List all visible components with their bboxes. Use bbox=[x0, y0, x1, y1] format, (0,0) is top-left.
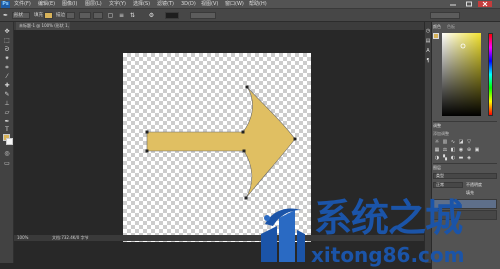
path-arrange-icon[interactable]: ⇅ bbox=[129, 12, 136, 19]
minimize-button[interactable] bbox=[446, 1, 460, 7]
black-white-adjust-icon[interactable]: ◧ bbox=[450, 147, 456, 153]
path-anchor[interactable] bbox=[145, 130, 149, 134]
watermark-logo bbox=[261, 208, 305, 262]
quick-mask-icon[interactable]: ◎ bbox=[3, 150, 11, 157]
path-anchor[interactable] bbox=[241, 130, 245, 134]
menu-layer[interactable]: 图层(L) bbox=[85, 1, 102, 8]
close-button[interactable] bbox=[478, 1, 492, 7]
eraser-tool-icon[interactable]: ▱ bbox=[3, 109, 11, 116]
panel-divider bbox=[433, 121, 497, 122]
invert-adjust-icon[interactable]: ◑ bbox=[434, 155, 440, 161]
fill-label: 填充 bbox=[34, 13, 43, 18]
photo-filter-adjust-icon[interactable]: ◉ bbox=[458, 147, 464, 153]
menu-edit[interactable]: 编辑(E) bbox=[38, 1, 55, 8]
swatches-panel-tab[interactable]: 色板 bbox=[447, 24, 455, 30]
opacity-label: 不透明度 bbox=[466, 182, 482, 187]
minimize-icon bbox=[450, 4, 456, 6]
path-anchor[interactable] bbox=[244, 196, 248, 200]
document-tab-bar: 未标题-1 @ 100% (形状 1, RGB/8) bbox=[14, 22, 424, 30]
watermark-url: xitong86.com bbox=[311, 243, 465, 267]
menu-view[interactable]: 视图(V) bbox=[201, 1, 218, 8]
threshold-adjust-icon[interactable]: ◐ bbox=[450, 155, 456, 161]
color-picker-cursor-icon bbox=[460, 43, 466, 49]
healing-brush-tool-icon[interactable]: ✚ bbox=[3, 82, 11, 89]
eyedropper-tool-icon[interactable]: ⁄ bbox=[3, 73, 11, 80]
layers-panel-tab[interactable]: 图层 bbox=[433, 165, 441, 171]
maximize-button[interactable] bbox=[462, 1, 476, 7]
color-lookup-adjust-icon[interactable]: ▣ bbox=[474, 147, 480, 153]
gradient-map-adjust-icon[interactable]: ▬ bbox=[458, 155, 464, 161]
brightness-adjust-icon[interactable]: ☼ bbox=[434, 139, 440, 145]
menu-window[interactable]: 窗口(W) bbox=[225, 1, 244, 8]
path-anchor[interactable] bbox=[245, 85, 249, 89]
menu-filter[interactable]: 滤镜(T) bbox=[157, 1, 174, 8]
workspace-switcher[interactable] bbox=[430, 12, 460, 19]
options-extra-field[interactable] bbox=[190, 12, 216, 19]
document-info: 文档:732.4K/0 字节 bbox=[52, 235, 89, 240]
watermark-title: 系统之城 bbox=[314, 196, 463, 240]
stroke-label: 描边 bbox=[56, 13, 65, 18]
hue-saturation-adjust-icon[interactable]: ▦ bbox=[434, 147, 440, 153]
move-tool-icon[interactable]: ✥ bbox=[3, 28, 11, 35]
close-icon bbox=[482, 1, 488, 7]
menu-bar: Ps 文件(F) 编辑(E) 图像(I) 图层(L) 文字(Y) 选择(S) 滤… bbox=[0, 0, 500, 9]
zoom-level[interactable]: 100% bbox=[17, 235, 28, 241]
maximize-icon bbox=[466, 1, 472, 7]
menu-image[interactable]: 图像(I) bbox=[62, 1, 77, 8]
panel-foreground-swatch[interactable] bbox=[433, 33, 439, 39]
fill-swatch[interactable] bbox=[44, 12, 53, 19]
adjustments-panel-tab[interactable]: 调整 bbox=[433, 123, 441, 129]
stroke-swatch[interactable] bbox=[66, 12, 75, 19]
channel-mixer-adjust-icon[interactable]: ⊕ bbox=[466, 147, 472, 153]
levels-adjust-icon[interactable]: ▥ bbox=[442, 139, 448, 145]
path-align-icon[interactable]: ≡ bbox=[118, 12, 125, 19]
path-anchor[interactable] bbox=[242, 149, 246, 153]
color-panel-tab[interactable]: 颜色 bbox=[433, 24, 441, 30]
background-color-swatch[interactable] bbox=[6, 138, 13, 145]
crop-tool-icon[interactable]: ⌗ bbox=[3, 64, 11, 71]
hue-slider[interactable] bbox=[488, 33, 493, 116]
marquee-tool-icon[interactable]: ⬚ bbox=[3, 37, 11, 44]
selective-color-adjust-icon[interactable]: ◈ bbox=[466, 155, 472, 161]
lasso-tool-icon[interactable]: ᘐ bbox=[3, 46, 11, 53]
settings-gear-icon[interactable]: ⚙ bbox=[148, 12, 155, 19]
menu-file[interactable]: 文件(F) bbox=[14, 1, 31, 8]
layer-filter-kind: 类型 bbox=[436, 173, 444, 178]
menu-3d[interactable]: 3D(D) bbox=[181, 1, 196, 8]
menu-type[interactable]: 文字(Y) bbox=[109, 1, 126, 8]
quick-select-tool-icon[interactable]: ⁕ bbox=[3, 55, 11, 62]
options-bar: ✒ 形状 填充 描边 ▢ ≡ ⇅ ⚙ bbox=[0, 9, 500, 22]
menu-select[interactable]: 选择(S) bbox=[133, 1, 150, 8]
document-tab[interactable]: 未标题-1 @ 100% (形状 1, RGB/8) bbox=[16, 22, 70, 30]
path-ops-icon[interactable]: ▢ bbox=[107, 12, 114, 19]
color-balance-adjust-icon[interactable]: ⚖ bbox=[442, 147, 448, 153]
tool-mode-label: 形状 bbox=[14, 13, 23, 18]
panel-divider bbox=[433, 163, 497, 164]
pen-tool-preset-icon[interactable]: ✒ bbox=[2, 12, 9, 19]
edge-align-checkbox[interactable] bbox=[165, 12, 179, 19]
vibrance-adjust-icon[interactable]: ▽ bbox=[466, 139, 472, 145]
stroke-width-field[interactable] bbox=[79, 12, 91, 19]
layer-fill-label: 填充 bbox=[466, 190, 474, 195]
exposure-adjust-icon[interactable]: ◪ bbox=[458, 139, 464, 145]
brush-tool-icon[interactable]: ✎ bbox=[3, 91, 11, 98]
stroke-type-select[interactable] bbox=[93, 12, 103, 19]
path-anchor[interactable] bbox=[293, 137, 297, 141]
pen-tool-icon[interactable]: ✒ bbox=[3, 118, 11, 125]
type-tool-icon[interactable]: T bbox=[3, 126, 11, 133]
curves-adjust-icon[interactable]: ∿ bbox=[450, 139, 456, 145]
adjustments-subtitle: 添加调整 bbox=[433, 131, 449, 136]
menu-help[interactable]: 帮助(H) bbox=[249, 1, 267, 8]
path-anchor[interactable] bbox=[145, 149, 149, 153]
posterize-adjust-icon[interactable]: ▚ bbox=[442, 155, 448, 161]
screen-mode-icon[interactable]: ▭ bbox=[3, 160, 11, 167]
clone-stamp-tool-icon[interactable]: ⊥ bbox=[3, 100, 11, 107]
photoshop-logo: Ps bbox=[1, 1, 10, 8]
blend-mode-value: 正常 bbox=[436, 182, 444, 187]
